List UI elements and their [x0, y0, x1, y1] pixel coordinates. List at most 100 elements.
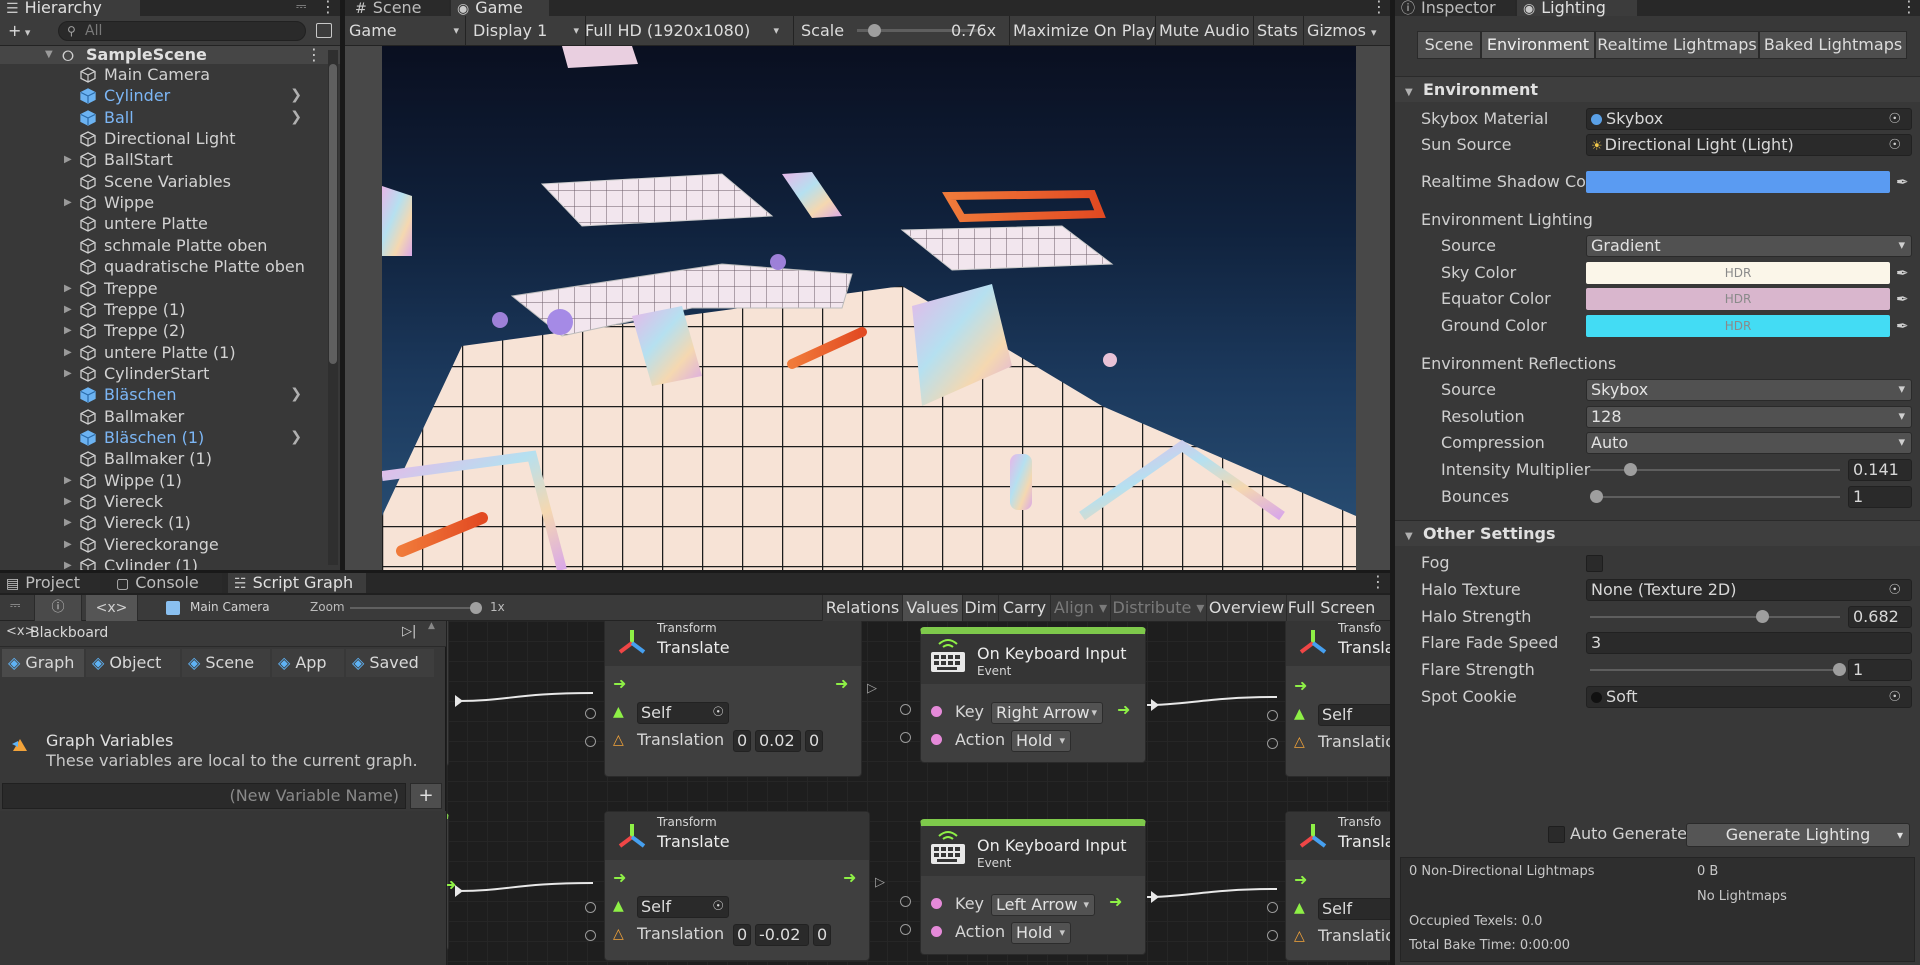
target-icon[interactable]: ☉: [712, 703, 724, 723]
graph-toolbar-full-screen-button[interactable]: Full Screen: [1286, 595, 1376, 621]
on-keyboard-input-node[interactable]: On Keyboard Input Event Key Right Arrow ▾…: [920, 627, 1146, 763]
fog-checkbox[interactable]: [1586, 555, 1603, 572]
graph-toolbar-distribute-button[interactable]: Distribute ▾: [1110, 595, 1206, 621]
tab-scene[interactable]: # Scene: [345, 0, 449, 17]
hierarchy-item[interactable]: untere Platte: [0, 213, 326, 234]
hierarchy-item[interactable]: ▶ Cylinder (1): [0, 555, 326, 570]
input-port[interactable]: [900, 704, 911, 715]
input-port[interactable]: [900, 732, 911, 743]
on-keyboard-input-node[interactable]: On Keyboard Input Event Key Left Arrow ▾ …: [920, 819, 1146, 955]
spot-cookie-field[interactable]: Soft ☉: [1586, 686, 1912, 708]
translation-y-field[interactable]: 0.02: [755, 730, 801, 752]
target-icon[interactable]: ☉: [712, 897, 724, 917]
tab-inspector[interactable]: ⓘ Inspector: [1395, 0, 1515, 17]
zoom-slider-thumb[interactable]: [470, 602, 482, 614]
flow-port-icon[interactable]: ▷: [875, 875, 885, 890]
hierarchy-item[interactable]: ▶ BallStart: [0, 149, 326, 170]
translate-node-partial[interactable]: Transfo Transla ➜ ▲ Self △ Translatio: [1285, 811, 1390, 961]
key-dropdown[interactable]: Right Arrow ▾: [991, 702, 1103, 724]
input-port[interactable]: [900, 924, 911, 935]
input-port[interactable]: [585, 930, 596, 941]
halo-strength-slider-thumb[interactable]: [1755, 610, 1769, 623]
mute-audio-toggle[interactable]: Mute Audio: [1159, 16, 1250, 46]
prefab-chevron-icon[interactable]: ❯: [290, 85, 302, 106]
lock-icon[interactable]: ⎓: [296, 0, 306, 14]
reflection-source-dropdown[interactable]: Skybox: [1586, 379, 1912, 401]
hierarchy-item[interactable]: Bläschen (1) ❯: [0, 427, 326, 448]
hierarchy-scrollbar[interactable]: [328, 50, 338, 565]
stats-toggle[interactable]: Stats: [1257, 16, 1298, 46]
hierarchy-item[interactable]: Bläschen ❯: [0, 384, 326, 405]
input-port[interactable]: [585, 736, 596, 747]
flare-strength-value-field[interactable]: 1: [1848, 659, 1912, 681]
collapse-blackboard-icon[interactable]: ▷|: [402, 624, 416, 639]
input-port[interactable]: [1267, 902, 1278, 913]
self-target-field[interactable]: Self: [1318, 704, 1390, 726]
hierarchy-item[interactable]: ▶ Viereck (1): [0, 512, 326, 533]
translate-node[interactable]: Transform Translate ➜ ➜ ▲ Self ☉ △ Transl…: [604, 621, 862, 777]
tab-script-graph[interactable]: ☵ Script Graph: [228, 573, 366, 593]
bottom-menu-icon[interactable]: ⋮: [1370, 573, 1386, 591]
add-variable-button[interactable]: +: [410, 783, 442, 809]
source-dropdown[interactable]: Gradient: [1586, 235, 1912, 257]
tab-game[interactable]: ◉ Game: [451, 0, 549, 17]
info-button[interactable]: ⓘ: [34, 595, 82, 621]
game-mode-dropdown[interactable]: Game ▾: [349, 16, 461, 46]
halo-texture-field[interactable]: None (Texture 2D) ☉: [1586, 579, 1912, 601]
scene-menu-icon[interactable]: ⋮: [306, 46, 322, 64]
blackboard-scroll-up-icon[interactable]: ▲: [428, 621, 435, 631]
dropdown-arrow-icon[interactable]: ▾: [1897, 824, 1903, 846]
action-port[interactable]: [931, 926, 942, 937]
scale-slider-thumb[interactable]: [868, 24, 881, 37]
object-picker-icon[interactable]: ☉: [1888, 687, 1901, 707]
blackboard-tab-app[interactable]: ◈ App: [272, 649, 344, 677]
hierarchy-item[interactable]: ▶ untere Platte (1): [0, 342, 326, 363]
intensity-value-field[interactable]: 0.141: [1848, 459, 1912, 481]
translation-z-field[interactable]: 0: [805, 730, 823, 752]
translation-y-field[interactable]: -0.02: [755, 924, 809, 946]
flow-port-icon[interactable]: ▷: [867, 681, 877, 696]
key-port[interactable]: [931, 706, 942, 717]
hierarchy-item[interactable]: ▶ Treppe: [0, 278, 326, 299]
hierarchy-item[interactable]: Cylinder ❯: [0, 85, 326, 106]
expand-arrow-icon[interactable]: ▶: [64, 470, 78, 491]
expand-arrow-icon[interactable]: ▶: [64, 149, 78, 170]
bounces-slider[interactable]: [1590, 496, 1840, 498]
flow-input-icon[interactable]: ➜: [1294, 870, 1307, 889]
self-target-field[interactable]: Self: [1318, 898, 1390, 920]
flow-input-icon[interactable]: ➜: [613, 674, 626, 693]
input-port[interactable]: [900, 896, 911, 907]
scene-visibility-icon[interactable]: [316, 23, 332, 38]
other-settings-section-header[interactable]: ▼ Other Settings: [1395, 520, 1920, 546]
prefab-chevron-icon[interactable]: ❯: [290, 427, 302, 448]
new-variable-name-input[interactable]: (New Variable Name): [2, 783, 406, 809]
action-dropdown[interactable]: Hold ▾: [1011, 730, 1071, 752]
expand-arrow-icon[interactable]: ▶: [64, 512, 78, 533]
hierarchy-item[interactable]: Ball ❯: [0, 107, 326, 128]
flow-output-icon[interactable]: ➜: [1109, 892, 1122, 911]
prefab-chevron-icon[interactable]: ❯: [290, 107, 302, 128]
expand-arrow-icon[interactable]: ▶: [64, 278, 78, 299]
graph-toolbar-values-button[interactable]: Values: [902, 595, 962, 621]
hierarchy-item[interactable]: ▶ Wippe: [0, 192, 326, 213]
tab-console[interactable]: ▢ Console: [110, 573, 222, 593]
self-target-field[interactable]: Self ☉: [637, 702, 729, 724]
hierarchy-item[interactable]: Ballmaker (1): [0, 448, 326, 469]
flow-output-icon[interactable]: ➜: [835, 674, 848, 693]
flow-output-icon[interactable]: ➜: [843, 868, 856, 887]
sky-color-swatch[interactable]: HDR: [1586, 262, 1890, 284]
graph-toolbar-overview-button[interactable]: Overview: [1206, 595, 1286, 621]
lock-icon[interactable]: ⎓: [10, 598, 20, 613]
halo-strength-value-field[interactable]: 0.682: [1848, 606, 1912, 628]
flow-output-icon[interactable]: ➜: [1117, 700, 1130, 719]
blackboard-tab-scene[interactable]: ◈ Scene: [182, 649, 270, 677]
subtab-environment[interactable]: Environment: [1481, 31, 1595, 59]
realtime-shadow-color-swatch[interactable]: [1586, 171, 1890, 193]
flow-input-icon[interactable]: ➜: [613, 868, 626, 887]
expand-arrow-icon[interactable]: ▼: [45, 46, 59, 64]
input-port[interactable]: [585, 708, 596, 719]
maximize-on-play-toggle[interactable]: Maximize On Play: [1013, 16, 1155, 46]
resolution-dropdown[interactable]: 128: [1586, 406, 1912, 428]
tab-lighting[interactable]: ◉ Lighting: [1517, 0, 1637, 17]
hierarchy-search-input[interactable]: ⚲ All: [58, 21, 306, 41]
